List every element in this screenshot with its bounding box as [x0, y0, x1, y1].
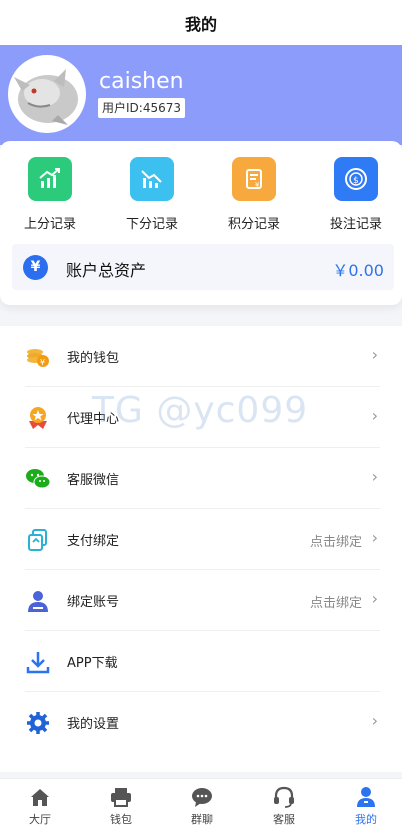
- total-assets-bar[interactable]: ¥ 账户总资产 ￥0.00: [12, 244, 394, 290]
- gear-icon: [25, 710, 51, 736]
- quick-action-bet-records[interactable]: $ 投注记录: [316, 157, 396, 232]
- menu-item-label: 支付绑定: [67, 534, 120, 549]
- tab-label: 群聊: [191, 813, 213, 826]
- svg-text:¥: ¥: [40, 358, 45, 367]
- tab-mine[interactable]: 我的: [336, 785, 396, 827]
- chevron-right-icon: ›: [371, 528, 378, 547]
- tab-customer-service[interactable]: 客服: [254, 785, 314, 827]
- menu-item-label: 我的设置: [67, 717, 120, 732]
- user-link-icon: [25, 588, 51, 614]
- menu-item-wallet[interactable]: ¥ 我的钱包 ›: [25, 326, 380, 387]
- user-id-badge: 用户ID:45673: [98, 98, 185, 118]
- bet-coin-icon: $: [334, 157, 378, 201]
- quick-action-label: 下分记录: [125, 217, 178, 232]
- quick-action-label: 上分记录: [23, 217, 76, 232]
- tab-lobby[interactable]: 大厅: [10, 785, 70, 827]
- bind-copy-icon: [25, 527, 51, 553]
- avatar[interactable]: [8, 55, 86, 133]
- yen-icon: ¥: [23, 255, 48, 280]
- menu-item-support-wechat[interactable]: 客服微信 ›: [25, 448, 380, 509]
- menu-item-bind-account[interactable]: 绑定账号 点击绑定 ›: [25, 570, 380, 631]
- quick-action-label: 积分记录: [227, 217, 280, 232]
- chevron-right-icon: ›: [371, 345, 378, 364]
- username: caishen: [99, 69, 184, 94]
- tab-label: 钱包: [110, 813, 132, 826]
- headset-icon: [254, 785, 314, 809]
- quick-action-withdraw-records[interactable]: 下分记录: [112, 157, 192, 232]
- chart-down-icon: [130, 157, 174, 201]
- quick-action-points-records[interactable]: ¥ 积分记录: [214, 157, 294, 232]
- menu-item-label: APP下载: [67, 656, 118, 671]
- tab-group-chat[interactable]: 群聊: [172, 785, 232, 827]
- tab-wallet[interactable]: 钱包: [91, 785, 151, 827]
- download-icon: [25, 649, 51, 675]
- printer-wallet-icon: [91, 785, 151, 809]
- medal-icon: [25, 405, 51, 431]
- tab-label: 大厅: [29, 813, 51, 826]
- tab-label: 客服: [273, 813, 295, 826]
- user-icon: [336, 785, 396, 809]
- svg-text:$: $: [353, 176, 359, 186]
- bottom-tab-bar: 大厅 钱包 群聊 客服 我的: [0, 778, 402, 831]
- coins-icon: ¥: [25, 344, 51, 370]
- menu-item-label: 客服微信: [67, 473, 120, 488]
- bind-hint: 点击绑定: [309, 535, 362, 550]
- total-assets-value: ￥0.00: [332, 261, 384, 280]
- chart-up-icon: [28, 157, 72, 201]
- menu-item-app-download[interactable]: APP下载: [25, 631, 380, 692]
- points-doc-icon: ¥: [232, 157, 276, 201]
- chevron-right-icon: ›: [371, 406, 378, 425]
- menu-item-label: 绑定账号: [67, 595, 120, 610]
- bind-hint: 点击绑定: [309, 596, 362, 611]
- total-assets-label: 账户总资产: [66, 261, 147, 280]
- home-icon: [10, 785, 70, 809]
- quick-action-deposit-records[interactable]: 上分记录: [10, 157, 90, 232]
- tab-label: 我的: [355, 813, 377, 826]
- chevron-right-icon: ›: [371, 711, 378, 730]
- menu-item-settings[interactable]: 我的设置 ›: [25, 692, 380, 753]
- svg-text:¥: ¥: [255, 181, 260, 189]
- wechat-icon: [25, 466, 51, 492]
- page-title: 我的: [184, 14, 217, 34]
- top-bar: 我的: [0, 0, 402, 45]
- chevron-right-icon: ›: [371, 467, 378, 486]
- menu-item-payment-binding[interactable]: 支付绑定 点击绑定 ›: [25, 509, 380, 570]
- profile-header: caishen 用户ID:45673: [0, 45, 402, 145]
- quick-action-label: 投注记录: [329, 217, 382, 232]
- chevron-right-icon: ›: [371, 589, 378, 608]
- quick-actions-card: 上分记录 下分记录 ¥ 积分记录 $ 投注记录 ¥ 账户总资产 ￥0.00: [0, 141, 402, 305]
- chat-icon: [172, 785, 232, 809]
- menu-item-label: 我的钱包: [67, 351, 120, 366]
- watermark: TG @yc099: [92, 390, 309, 431]
